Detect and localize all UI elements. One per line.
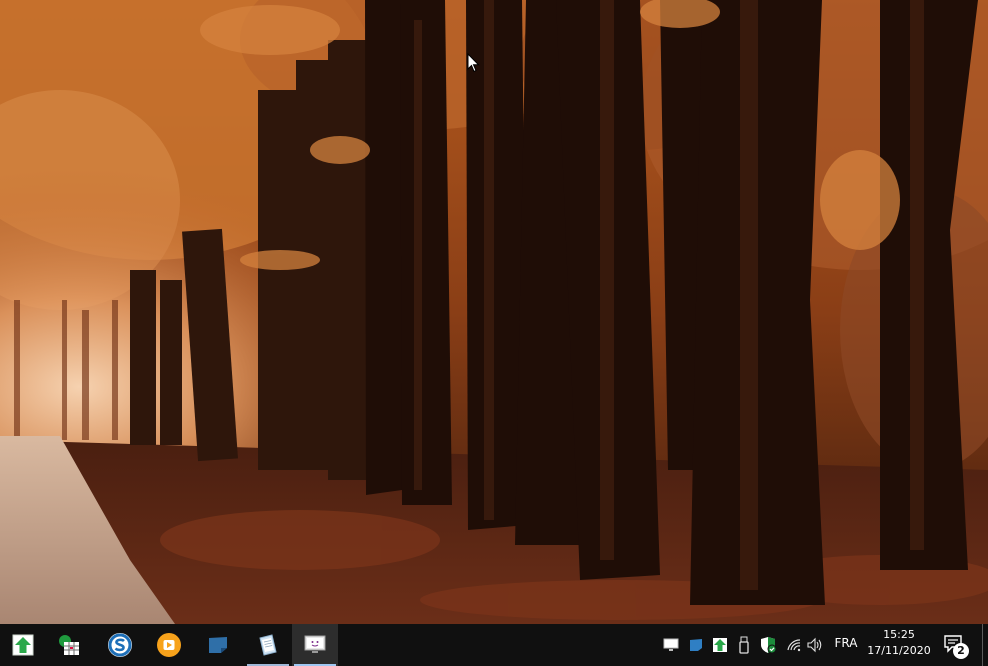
desktop-wallpaper[interactable] <box>0 0 988 624</box>
monitor-icon <box>304 635 326 653</box>
taskbar-app-sync[interactable] <box>97 624 143 666</box>
blue-note-icon <box>209 637 227 653</box>
green-up-arrow-icon <box>713 638 727 652</box>
usb-drive-icon <box>739 636 749 654</box>
wifi-icon <box>787 639 801 652</box>
taskbar-app-display[interactable] <box>292 624 338 666</box>
clock-date: 17/11/2020 <box>867 644 931 657</box>
tray-green-arrow[interactable] <box>711 636 729 654</box>
shield-check-icon <box>761 637 776 654</box>
taskbar-app-media[interactable] <box>146 624 192 666</box>
tray-blue-app[interactable] <box>687 636 705 654</box>
taskbar-app-notes[interactable] <box>195 624 241 666</box>
volume-icon <box>807 637 822 653</box>
spreadsheet-icon <box>59 635 79 655</box>
notification-count-badge: 2 <box>953 643 969 659</box>
taskbar-app-document[interactable] <box>245 624 291 666</box>
document-icon <box>259 634 277 656</box>
blue-square-icon <box>690 639 702 651</box>
mouse-cursor-icon <box>467 52 481 73</box>
taskbar-clock[interactable]: 15:25 17/11/2020 <box>866 627 932 659</box>
clock-time: 15:25 <box>883 628 915 641</box>
green-up-arrow-icon <box>12 634 34 656</box>
tray-usb[interactable] <box>735 636 753 654</box>
monitor-icon <box>663 638 679 651</box>
wallpaper-forest-image <box>0 0 988 624</box>
blue-s-circle-icon <box>108 633 132 657</box>
language-indicator[interactable]: FRA <box>834 636 858 650</box>
tray-volume[interactable] <box>806 636 824 654</box>
desktop-screen: FRA 15:25 17/11/2020 2 <box>0 0 988 666</box>
show-desktop-button[interactable] <box>982 624 988 666</box>
taskbar-app-green-arrow[interactable] <box>0 624 46 666</box>
tray-network[interactable] <box>785 636 803 654</box>
orange-play-circle-icon <box>157 633 181 657</box>
tray-security[interactable] <box>759 636 777 654</box>
taskbar-app-spreadsheet[interactable] <box>46 624 92 666</box>
tray-monitor[interactable] <box>662 636 680 654</box>
